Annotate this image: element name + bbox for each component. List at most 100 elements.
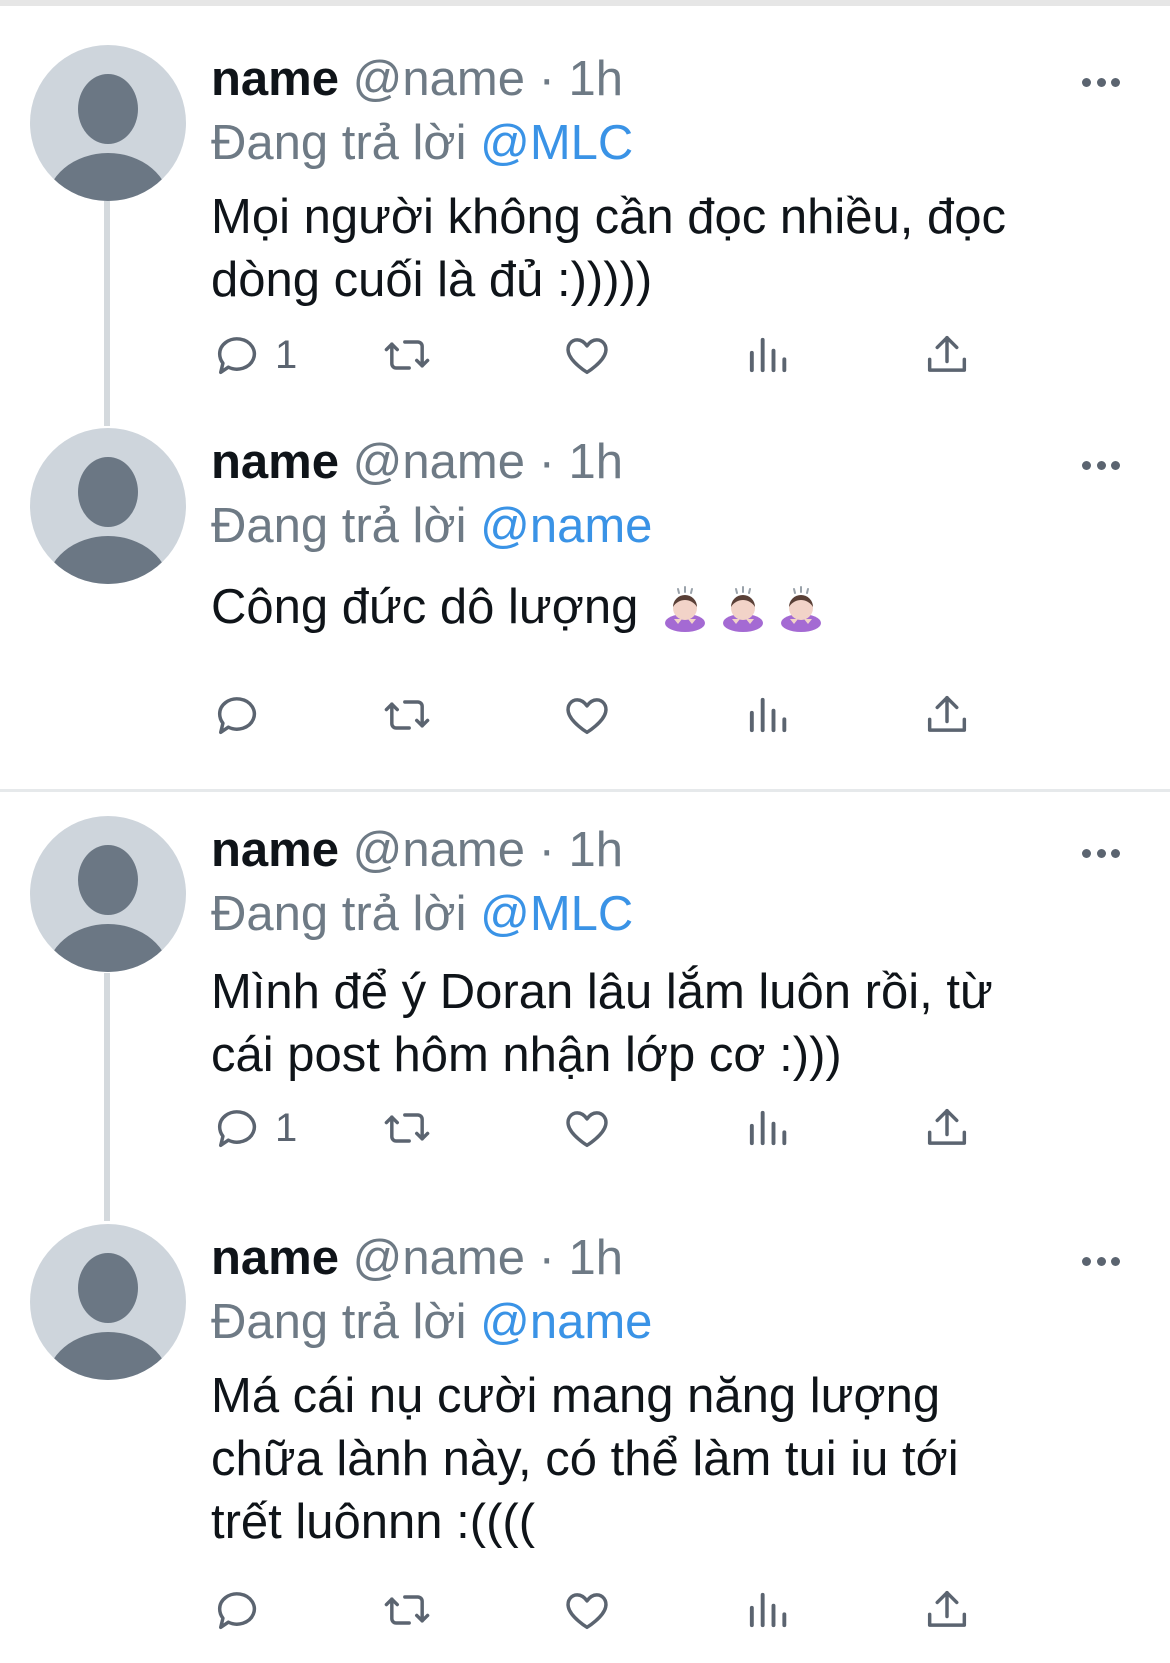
tweet-text-line: Má cái nụ cười mang năng lượng xyxy=(211,1369,941,1423)
more-icon[interactable] xyxy=(1082,838,1120,868)
dot-separator: · xyxy=(524,1231,569,1285)
views-button[interactable] xyxy=(741,1098,793,1158)
replying-to-label: Đang trả lời xyxy=(211,499,481,553)
tweet-text-line: Công đức dô lượng xyxy=(211,580,639,634)
action-bar: 1 xyxy=(211,325,1111,385)
top-edge xyxy=(0,0,1170,6)
tweet-text: Mọi người không cần đọc nhiều, đọc dòng … xyxy=(211,186,1131,312)
like-button[interactable] xyxy=(561,1580,613,1640)
display-name[interactable]: name xyxy=(211,1231,339,1285)
share-button[interactable] xyxy=(921,685,973,745)
person-bowing-emoji xyxy=(660,583,710,633)
more-icon[interactable] xyxy=(1082,1246,1120,1276)
mention-link[interactable]: @name xyxy=(480,1295,652,1349)
like-button[interactable] xyxy=(561,685,613,745)
share-icon xyxy=(927,695,967,732)
views-icon xyxy=(749,1110,787,1146)
retweet-button[interactable] xyxy=(381,325,433,385)
reply-button[interactable]: 1 xyxy=(211,1098,297,1158)
display-name[interactable]: name xyxy=(211,823,339,877)
avatar[interactable] xyxy=(30,428,186,584)
reply-button[interactable]: 1 xyxy=(211,325,297,385)
views-button[interactable] xyxy=(741,325,793,385)
tweet-header: name @name · 1h xyxy=(211,49,623,109)
avatar[interactable] xyxy=(30,1224,186,1380)
tweet-header: name @name · 1h xyxy=(211,1228,623,1288)
tweet-header: name @name · 1h xyxy=(211,432,623,492)
tweet[interactable]: name @name · 1h Đang trả lời @name Má cá… xyxy=(0,1224,1170,1663)
tweet-text-line: trết luônnn :(((( xyxy=(211,1495,536,1549)
views-icon xyxy=(749,697,787,733)
display-name[interactable]: name xyxy=(211,435,339,489)
thread-separator xyxy=(0,789,1170,792)
tweet[interactable]: name @name · 1h Đang trả lời @MLC Mình đ… xyxy=(0,816,1170,1216)
reply-icon xyxy=(217,697,257,735)
timestamp[interactable]: 1h xyxy=(569,1231,624,1285)
more-icon[interactable] xyxy=(1082,450,1120,480)
retweet-button[interactable] xyxy=(381,1098,433,1158)
dot-separator: · xyxy=(524,823,569,877)
share-icon xyxy=(927,1108,967,1145)
tweet-header: name @name · 1h xyxy=(211,820,623,880)
share-button[interactable] xyxy=(921,1580,973,1640)
action-bar xyxy=(211,1580,1111,1640)
timestamp[interactable]: 1h xyxy=(569,52,624,106)
views-button[interactable] xyxy=(741,1580,793,1640)
mention-link[interactable]: @MLC xyxy=(480,887,633,941)
reply-icon xyxy=(217,1110,257,1148)
mention-link[interactable]: @name xyxy=(480,499,652,553)
handle[interactable]: @name xyxy=(353,1231,525,1285)
timestamp[interactable]: 1h xyxy=(569,823,624,877)
reply-button[interactable] xyxy=(211,1580,275,1640)
action-bar: 1 xyxy=(211,1098,1111,1158)
retweet-button[interactable] xyxy=(381,685,433,745)
avatar[interactable] xyxy=(30,816,186,972)
like-button[interactable] xyxy=(561,325,613,385)
tweet[interactable]: name @name · 1h Đang trả lời @MLC Mọi ng… xyxy=(0,45,1170,425)
share-icon xyxy=(927,1590,967,1627)
tweet-text: Mình để ý Doran lâu lắm luôn rồi, từ cái… xyxy=(211,961,1131,1087)
share-button[interactable] xyxy=(921,325,973,385)
more-icon[interactable] xyxy=(1082,67,1120,97)
retweet-button[interactable] xyxy=(381,1580,433,1640)
tweet-text-line: Mình để ý Doran lâu lắm luôn rồi, từ xyxy=(211,965,993,1019)
handle[interactable]: @name xyxy=(353,435,525,489)
tweet-text-line: Mọi người không cần đọc nhiều, đọc xyxy=(211,190,1006,244)
replying-to-label: Đang trả lời xyxy=(211,1295,481,1349)
dot-separator: · xyxy=(524,435,569,489)
like-button[interactable] xyxy=(561,1098,613,1158)
mention-link[interactable]: @MLC xyxy=(480,116,633,170)
handle[interactable]: @name xyxy=(353,52,525,106)
person-bowing-emoji xyxy=(718,583,768,633)
replying-to: Đang trả lời @MLC xyxy=(211,113,633,173)
tweet-text-line: dòng cuối là đủ :))))) xyxy=(211,253,653,307)
replying-to: Đang trả lời @name xyxy=(211,496,652,556)
reply-icon xyxy=(217,337,257,375)
tweet-text: Công đức dô lượng xyxy=(211,576,1131,639)
avatar[interactable] xyxy=(30,45,186,201)
views-icon xyxy=(749,1592,787,1628)
dot-separator: · xyxy=(524,52,569,106)
like-icon xyxy=(566,698,608,735)
action-bar xyxy=(211,685,1111,745)
tweet[interactable]: name @name · 1h Đang trả lời @name Công … xyxy=(0,428,1170,768)
default-avatar-icon xyxy=(46,457,170,584)
tweet-text: Má cái nụ cười mang năng lượng chữa lành… xyxy=(211,1365,1131,1554)
reply-count: 1 xyxy=(275,332,298,377)
default-avatar-icon xyxy=(46,74,170,201)
retweet-icon xyxy=(384,1113,430,1143)
views-button[interactable] xyxy=(741,685,793,745)
default-avatar-icon xyxy=(46,1253,170,1380)
replying-to-label: Đang trả lời xyxy=(211,116,481,170)
replying-to-label: Đang trả lời xyxy=(211,887,481,941)
timestamp[interactable]: 1h xyxy=(569,435,624,489)
reply-button[interactable] xyxy=(211,685,275,745)
retweet-icon xyxy=(384,1595,430,1625)
handle[interactable]: @name xyxy=(353,823,525,877)
reply-icon xyxy=(217,1592,257,1630)
reply-count: 1 xyxy=(275,1105,298,1150)
share-button[interactable] xyxy=(921,1098,973,1158)
like-icon xyxy=(566,1111,608,1148)
retweet-icon xyxy=(384,340,430,370)
display-name[interactable]: name xyxy=(211,52,339,106)
